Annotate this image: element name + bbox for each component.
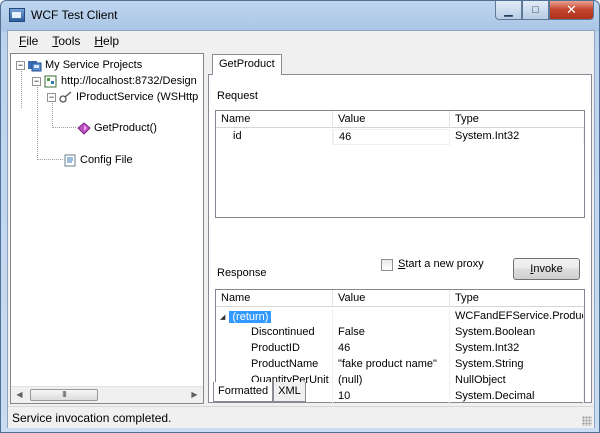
result-type: System.String: [450, 357, 584, 373]
collapse-icon[interactable]: −: [16, 60, 25, 70]
column-header-type[interactable]: Type: [450, 290, 584, 307]
grid-header: Name Value Type: [216, 290, 584, 307]
column-header-value[interactable]: Value: [333, 111, 450, 128]
table-row[interactable]: ◢ (return) WCFandEFService.Product: [216, 309, 584, 325]
app-icon: [9, 8, 25, 22]
result-type: WCFandEFService.Product: [450, 309, 584, 325]
operation-icon: [77, 121, 91, 135]
close-button[interactable]: ✕: [549, 1, 594, 20]
menu-bar: File Tools Help: [8, 31, 594, 51]
maximize-button[interactable]: □: [522, 1, 549, 20]
minimize-button[interactable]: ▁: [495, 1, 522, 20]
result-type: System.Decimal: [450, 389, 584, 405]
param-name: id: [216, 129, 333, 145]
services-folder-icon: [28, 59, 42, 72]
tree-node-root[interactable]: − My Service Projects: [16, 57, 142, 73]
maximize-icon: □: [532, 4, 539, 16]
tree-node-config[interactable]: Config File: [63, 152, 133, 168]
start-new-proxy-checkbox[interactable]: [381, 259, 393, 271]
response-view-tabs: Formatted XML: [213, 382, 306, 402]
tree-label: http://localhost:8732/Design: [61, 75, 197, 87]
tree-label: My Service Projects: [45, 59, 143, 71]
column-header-name[interactable]: Name: [216, 111, 333, 128]
minimize-icon: ▁: [504, 4, 513, 17]
grid-header: Name Value Type: [216, 111, 584, 128]
column-header-value[interactable]: Value: [333, 290, 450, 307]
tree-connector: [21, 68, 22, 108]
caption-buttons: ▁ □ ✕: [495, 1, 594, 21]
tab-getproduct[interactable]: GetProduct: [212, 54, 282, 75]
scroll-left-icon[interactable]: ◀: [11, 387, 28, 403]
resize-grip-icon[interactable]: [582, 416, 592, 426]
column-header-type[interactable]: Type: [450, 111, 584, 128]
request-label: Request: [217, 90, 258, 102]
menu-tools[interactable]: Tools: [45, 31, 87, 51]
column-header-name[interactable]: Name: [216, 290, 333, 307]
menu-file[interactable]: File: [12, 31, 45, 51]
tree-label: GetProduct(): [94, 122, 157, 134]
operation-panel: Request Name Value Type id 46 System.Int…: [208, 74, 592, 405]
start-new-proxy-label[interactable]: Start a new proxy: [398, 258, 484, 270]
contract-icon: [59, 91, 73, 104]
expanded-arrow-icon[interactable]: ◢: [220, 313, 225, 321]
tree-connector: [52, 127, 76, 128]
result-type: System.Int32: [450, 341, 584, 357]
tree-node-endpoint[interactable]: − http://localhost:8732/Design: [32, 73, 197, 89]
result-name-cell: ◢ (return): [216, 309, 333, 325]
service-tree[interactable]: − My Service Projects − http://localhost…: [10, 53, 204, 404]
collapse-icon[interactable]: −: [32, 76, 41, 86]
result-name: ProductID: [216, 341, 333, 357]
result-value: [333, 309, 450, 325]
result-value: False: [333, 325, 450, 341]
tree-connector: [37, 84, 38, 160]
tree-connector: [37, 159, 63, 160]
result-name: ProductName: [216, 357, 333, 373]
result-value: 46: [333, 341, 450, 357]
title-bar[interactable]: WCF Test Client ▁ □ ✕: [1, 1, 599, 29]
table-row[interactable]: ProductName "fake product name" System.S…: [216, 357, 584, 373]
result-name: Discontinued: [216, 325, 333, 341]
tree-horizontal-scrollbar[interactable]: ◀ III ▶: [11, 386, 203, 403]
menu-help[interactable]: Help: [87, 31, 126, 51]
close-icon: ✕: [566, 2, 577, 17]
request-grid[interactable]: Name Value Type id 46 System.Int32: [215, 110, 585, 218]
return-node-label: (return): [229, 311, 272, 323]
result-value: 10: [333, 389, 450, 405]
scroll-right-icon[interactable]: ▶: [186, 387, 203, 403]
service-endpoint-icon: [44, 75, 58, 88]
table-row[interactable]: Discontinued False System.Boolean: [216, 325, 584, 341]
tree-label: IProductService (WSHttp: [76, 91, 199, 103]
param-type: System.Int32: [450, 129, 584, 145]
result-value: (null): [333, 373, 450, 389]
client-area: File Tools Help − My Service Projects −: [7, 30, 595, 428]
param-value-input[interactable]: 46: [333, 129, 450, 145]
invoke-button[interactable]: Invoke: [513, 258, 580, 280]
tree-node-operation[interactable]: GetProduct(): [77, 120, 157, 136]
window-title: WCF Test Client: [31, 8, 118, 22]
result-type: NullObject: [450, 373, 584, 389]
tab-formatted[interactable]: Formatted: [213, 382, 274, 402]
scrollbar-thumb[interactable]: III: [30, 389, 98, 401]
table-row[interactable]: ProductID 46 System.Int32: [216, 341, 584, 357]
collapse-icon[interactable]: −: [47, 92, 56, 102]
status-bar: Service invocation completed.: [8, 406, 594, 428]
config-file-icon: [63, 154, 77, 167]
result-value: "fake product name": [333, 357, 450, 373]
tree-node-contract[interactable]: − IProductService (WSHttp: [47, 89, 198, 105]
tab-xml[interactable]: XML: [273, 382, 306, 402]
tree-label: Config File: [80, 154, 133, 166]
response-label: Response: [217, 267, 267, 279]
status-text: Service invocation completed.: [12, 411, 172, 425]
main-window: WCF Test Client ▁ □ ✕ File Tools Help −: [0, 0, 600, 433]
table-row[interactable]: id 46 System.Int32: [216, 129, 584, 145]
result-type: System.Boolean: [450, 325, 584, 341]
